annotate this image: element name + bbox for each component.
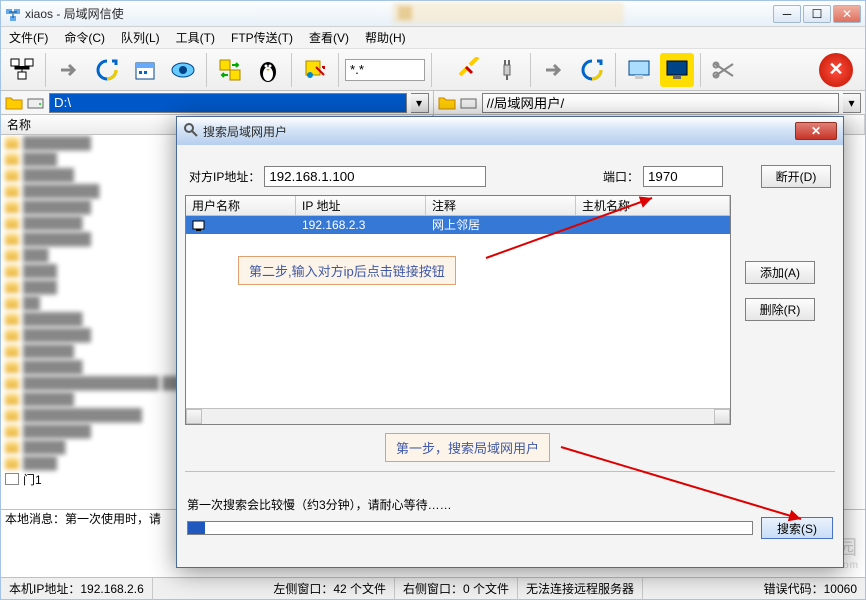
left-path-dropdown[interactable]: ▾ <box>411 93 429 113</box>
annotation-step1: 第一步，搜索局域网用户 <box>385 433 550 462</box>
menu-view[interactable]: 查看(V) <box>305 27 353 48</box>
main-titlebar: xiaos - 局域网信使 ─ ☐ ✕ <box>1 1 865 27</box>
filter-input[interactable] <box>345 59 425 81</box>
stop-icon[interactable]: ✕ <box>819 53 853 87</box>
annotation-step2: 第二步,输入对方ip后点击链接按钮 <box>238 256 456 285</box>
right-path-dropdown[interactable]: ▾ <box>843 93 861 113</box>
user-grid[interactable]: 用户名称 IP 地址 注释 主机名称 192.168.2.3 网上邻居 第二步,… <box>185 195 731 425</box>
progress-label: 第一次搜索会比较慢（约3分钟），请耐心等待…… <box>187 496 833 513</box>
menu-command[interactable]: 命令(C) <box>60 27 109 48</box>
plug-icon[interactable] <box>490 53 524 87</box>
ip-label: 对方IP地址： <box>189 168 260 185</box>
menubar: 文件(F) 命令(C) 队列(L) 工具(T) FTP传送(T) 查看(V) 帮… <box>1 27 865 49</box>
menu-help[interactable]: 帮助(H) <box>361 27 410 48</box>
status-right-count: 右侧窗口：0 个文件 <box>395 578 518 600</box>
dialog-titlebar[interactable]: 搜索局域网用户 ✕ <box>177 117 843 145</box>
menu-file[interactable]: 文件(F) <box>5 27 52 48</box>
calendar-icon[interactable] <box>128 53 162 87</box>
right-path-input[interactable] <box>482 93 840 113</box>
scissors-icon[interactable] <box>707 53 741 87</box>
search-dialog: 搜索局域网用户 ✕ 对方IP地址： 端口： 断开(D) 用户名称 IP 地址 注… <box>176 116 844 568</box>
folder-icon[interactable] <box>5 95 23 111</box>
add-button[interactable]: 添加(A) <box>745 261 815 284</box>
drive-icon[interactable] <box>460 95 478 111</box>
folder-icon[interactable] <box>438 95 456 111</box>
arrow-right-icon-2[interactable] <box>537 53 571 87</box>
menu-ftp[interactable]: FTP传送(T) <box>227 27 297 48</box>
refresh-icon-2[interactable] <box>575 53 609 87</box>
cell-host <box>576 216 730 234</box>
status-left-count: 左侧窗口：42 个文件 <box>265 578 395 600</box>
delete-button[interactable]: 删除(R) <box>745 298 815 321</box>
monitor-icon[interactable] <box>622 53 656 87</box>
minimize-button[interactable]: ─ <box>773 5 801 23</box>
col-username[interactable]: 用户名称 <box>186 196 296 215</box>
app-icon <box>5 6 21 22</box>
dialog-title: 搜索局域网用户 <box>203 123 795 140</box>
port-label: 端口： <box>603 168 639 185</box>
disconnect-icon[interactable] <box>452 53 486 87</box>
col-comment[interactable]: 注释 <box>426 196 576 215</box>
network-icon[interactable] <box>5 53 39 87</box>
col-hostname[interactable]: 主机名称 <box>576 196 730 215</box>
disconnect-button[interactable]: 断开(D) <box>761 165 831 188</box>
swap-icon[interactable] <box>213 53 247 87</box>
background-window-blur <box>393 3 623 23</box>
menu-queue[interactable]: 队列(L) <box>117 27 164 48</box>
close-button[interactable]: ✕ <box>833 5 861 23</box>
status-error: 错误代码：10060 <box>756 578 865 600</box>
drive-icon[interactable] <box>27 95 45 111</box>
refresh-icon[interactable] <box>90 53 124 87</box>
dialog-close-button[interactable]: ✕ <box>795 122 837 140</box>
maximize-button[interactable]: ☐ <box>803 5 831 23</box>
statusbar: 本机IP地址：192.168.2.6 左侧窗口：42 个文件 右侧窗口：0 个文… <box>1 577 865 599</box>
grid-horizontal-scrollbar[interactable] <box>186 408 730 424</box>
search-icon <box>183 122 199 141</box>
grid-row-selected[interactable]: 192.168.2.3 网上邻居 <box>186 216 730 234</box>
cell-ip: 192.168.2.3 <box>296 216 426 234</box>
status-ip: 本机IP地址：192.168.2.6 <box>1 578 153 600</box>
col-ip[interactable]: IP 地址 <box>296 196 426 215</box>
ip-input[interactable] <box>264 166 486 187</box>
tools-icon[interactable] <box>298 53 332 87</box>
penguin-icon[interactable] <box>251 53 285 87</box>
port-input[interactable] <box>643 166 723 187</box>
status-connection: 无法连接远程服务器 <box>518 578 643 600</box>
monitor-highlight-icon[interactable] <box>660 53 694 87</box>
menu-tools[interactable]: 工具(T) <box>172 27 219 48</box>
cell-comment: 网上邻居 <box>426 216 576 234</box>
toolbar: ✕ <box>1 49 865 91</box>
eye-icon[interactable] <box>166 53 200 87</box>
left-path-input[interactable] <box>49 93 407 113</box>
progress-bar <box>187 521 753 535</box>
search-button[interactable]: 搜索(S) <box>761 517 833 539</box>
arrow-right-icon[interactable] <box>52 53 86 87</box>
